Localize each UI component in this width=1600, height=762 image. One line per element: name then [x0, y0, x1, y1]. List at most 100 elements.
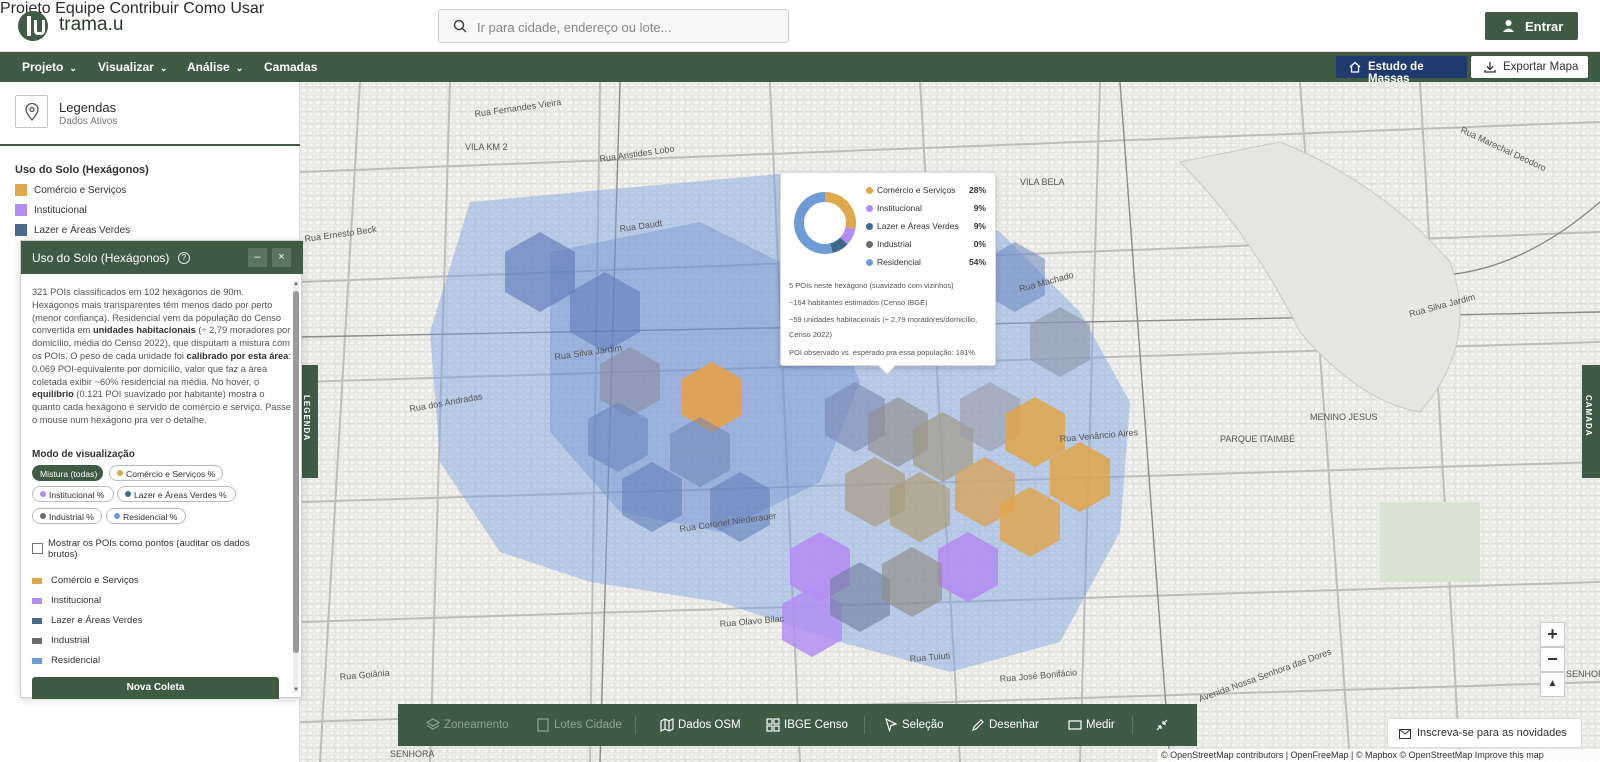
menu-projeto-label: Projeto — [22, 60, 64, 74]
tool-label: Zoneamento — [444, 719, 509, 731]
menu-analise[interactable]: Análise ⌄ — [187, 60, 243, 74]
nova-coleta-button[interactable]: Nova Coleta — [32, 677, 279, 699]
mode-chip-residencial[interactable]: Residencial % — [106, 508, 186, 524]
svg-text:PARQUE ITAIMBÉ: PARQUE ITAIMBÉ — [1220, 434, 1295, 444]
svg-text:VILA BELA: VILA BELA — [1020, 177, 1065, 187]
map-toolbar: Zoneamento Lotes Cidade Dados OSM IBGE C… — [398, 704, 1197, 746]
tool-label: Seleção — [902, 719, 944, 731]
mode-dot — [114, 513, 120, 519]
mode-chip-label: Mistura (todas) — [40, 469, 98, 479]
legend-side-tab[interactable]: LEGENDA — [300, 365, 318, 478]
cursor-icon — [885, 718, 898, 732]
category-name: Lazer e Áreas Verdes — [877, 221, 959, 231]
legend-pin-box — [15, 95, 48, 128]
nav-como-usar[interactable]: Como Usar — [183, 0, 264, 17]
map-canvas[interactable]: Rua Fernandes Vieira Rua Aristides Lobo … — [300, 82, 1600, 762]
legend-header: Legendas Dados Ativos — [0, 82, 300, 146]
category-pct: 9% — [973, 203, 986, 213]
legend-title: Legendas — [59, 100, 117, 115]
legend-item-label: Institucional — [51, 595, 102, 606]
tool-label: Desenhar — [989, 719, 1039, 731]
show-pois-label[interactable]: Mostrar os POIs como pontos (auditar os … — [48, 538, 278, 560]
panel-scrollbar[interactable]: ▲ ▼ — [293, 281, 299, 693]
menu-projeto[interactable]: Projeto ⌄ — [22, 60, 77, 74]
menu-camadas[interactable]: Camadas — [264, 60, 317, 74]
land-use-panel: Uso do Solo (Hexágonos) ? – × 321 POIs c… — [20, 240, 303, 699]
menu-bar: Projeto ⌄ Visualizar ⌄ Análise ⌄ Camadas Es… — [0, 52, 1600, 85]
tool-label: Lotes Cidade — [554, 719, 622, 731]
close-button[interactable]: × — [272, 248, 291, 267]
mode-dot — [40, 513, 46, 519]
legend-section-title: Uso do Solo (Hexágonos) — [15, 164, 149, 176]
minimize-button[interactable]: – — [248, 248, 267, 267]
export-map-button[interactable]: Exportar Mapa — [1471, 56, 1588, 78]
mode-chip-label: Institucional % — [49, 490, 105, 500]
user-icon — [1503, 20, 1514, 32]
login-label: Entrar — [1525, 19, 1564, 34]
search-box[interactable] — [438, 9, 789, 43]
help-icon[interactable]: ? — [178, 252, 190, 264]
layers-icon — [426, 718, 440, 730]
popup-line: ~164 habitantes estimados (Censo IBGE) — [789, 298, 928, 307]
mode-chip-label: Comércio e Serviços % — [126, 469, 216, 479]
compass-north-button[interactable]: ▲ — [1540, 672, 1565, 697]
collapse-icon — [1156, 719, 1168, 731]
category-dot — [866, 241, 873, 248]
category-dot — [866, 205, 873, 212]
legend-item-label: Lazer e Áreas Verdes — [51, 615, 143, 626]
popup-category: Residencial 54% — [866, 257, 986, 269]
legend-swatch — [32, 658, 42, 664]
legend-swatch — [15, 224, 27, 236]
zoom-out-button[interactable]: − — [1540, 647, 1565, 672]
mode-dot — [125, 491, 131, 497]
popup-line: POI observado vs. esperado pra essa popu… — [789, 348, 975, 357]
donut-slice — [794, 192, 833, 254]
home-icon — [1349, 61, 1361, 73]
login-button[interactable]: Entrar — [1485, 12, 1578, 40]
category-name: Institucional — [877, 203, 922, 213]
legend-swatch — [32, 578, 42, 584]
mode-chip-mistura[interactable]: Mistura (todas) — [32, 465, 103, 481]
layers-side-tab[interactable]: CAMADA — [1582, 365, 1600, 478]
menu-visualizar[interactable]: Visualizar ⌄ — [98, 60, 167, 74]
land-use-description: 321 POIs classificados em 102 hexágonos … — [32, 287, 291, 425]
mode-chip-institucional[interactable]: Institucional % — [32, 486, 114, 502]
scroll-up-icon[interactable]: ▲ — [293, 281, 299, 287]
category-pct: 9% — [973, 221, 986, 231]
top-bar: trama.u Projeto Equipe Contribuir Como U… — [0, 0, 1600, 52]
mode-chip-industrial[interactable]: Industrial % — [32, 508, 102, 524]
map-green-area — [1380, 502, 1480, 582]
brand-name[interactable]: trama.u — [59, 14, 123, 36]
legend-item-label: Institucional — [34, 205, 87, 216]
map-attribution[interactable]: © OpenStreetMap contributors | OpenFreeM… — [1158, 749, 1600, 762]
donut-slice — [824, 192, 856, 229]
land-use-panel-header[interactable]: Uso do Solo (Hexágonos) ? – × — [21, 241, 303, 274]
search-icon — [453, 19, 467, 33]
trama-logo-icon[interactable] — [18, 11, 48, 41]
map-icon — [660, 718, 674, 732]
menu-analise-label: Análise — [187, 60, 230, 74]
search-input[interactable] — [477, 17, 777, 37]
chevron-down-icon: ⌄ — [69, 63, 77, 73]
land-use-panel-title: Uso do Solo (Hexágonos) — [32, 251, 170, 265]
show-pois-checkbox[interactable] — [32, 543, 43, 554]
grid-icon — [766, 718, 780, 732]
category-pct: 28% — [968, 185, 986, 195]
chevron-down-icon: ⌄ — [159, 63, 168, 73]
donut-slice — [829, 237, 848, 254]
export-map-label: Exportar Mapa — [1503, 61, 1579, 73]
scrollbar-thumb[interactable] — [293, 291, 299, 653]
scroll-down-icon[interactable]: ▼ — [293, 687, 299, 693]
mode-chip-lazer[interactable]: Lazer e Áreas Verdes % — [117, 486, 236, 502]
toolbar-divider — [1132, 716, 1133, 734]
menu-visualizar-label: Visualizar — [98, 60, 154, 74]
newsletter-button[interactable]: Inscreva-se para as novidades — [1387, 718, 1582, 748]
legend-item-label: Residencial — [51, 655, 101, 666]
view-mode-title: Modo de visualização — [32, 449, 135, 460]
popup-category: Lazer e Áreas Verdes 9% — [866, 221, 986, 233]
legend-item-label: Industrial — [51, 635, 90, 646]
estudo-de-massas-button[interactable]: Estudo de Massas — [1336, 56, 1467, 85]
mode-chip-comercio[interactable]: Comércio e Serviços % — [109, 465, 223, 481]
tool-label: Medir — [1086, 719, 1115, 731]
zoom-in-button[interactable]: + — [1540, 622, 1565, 647]
